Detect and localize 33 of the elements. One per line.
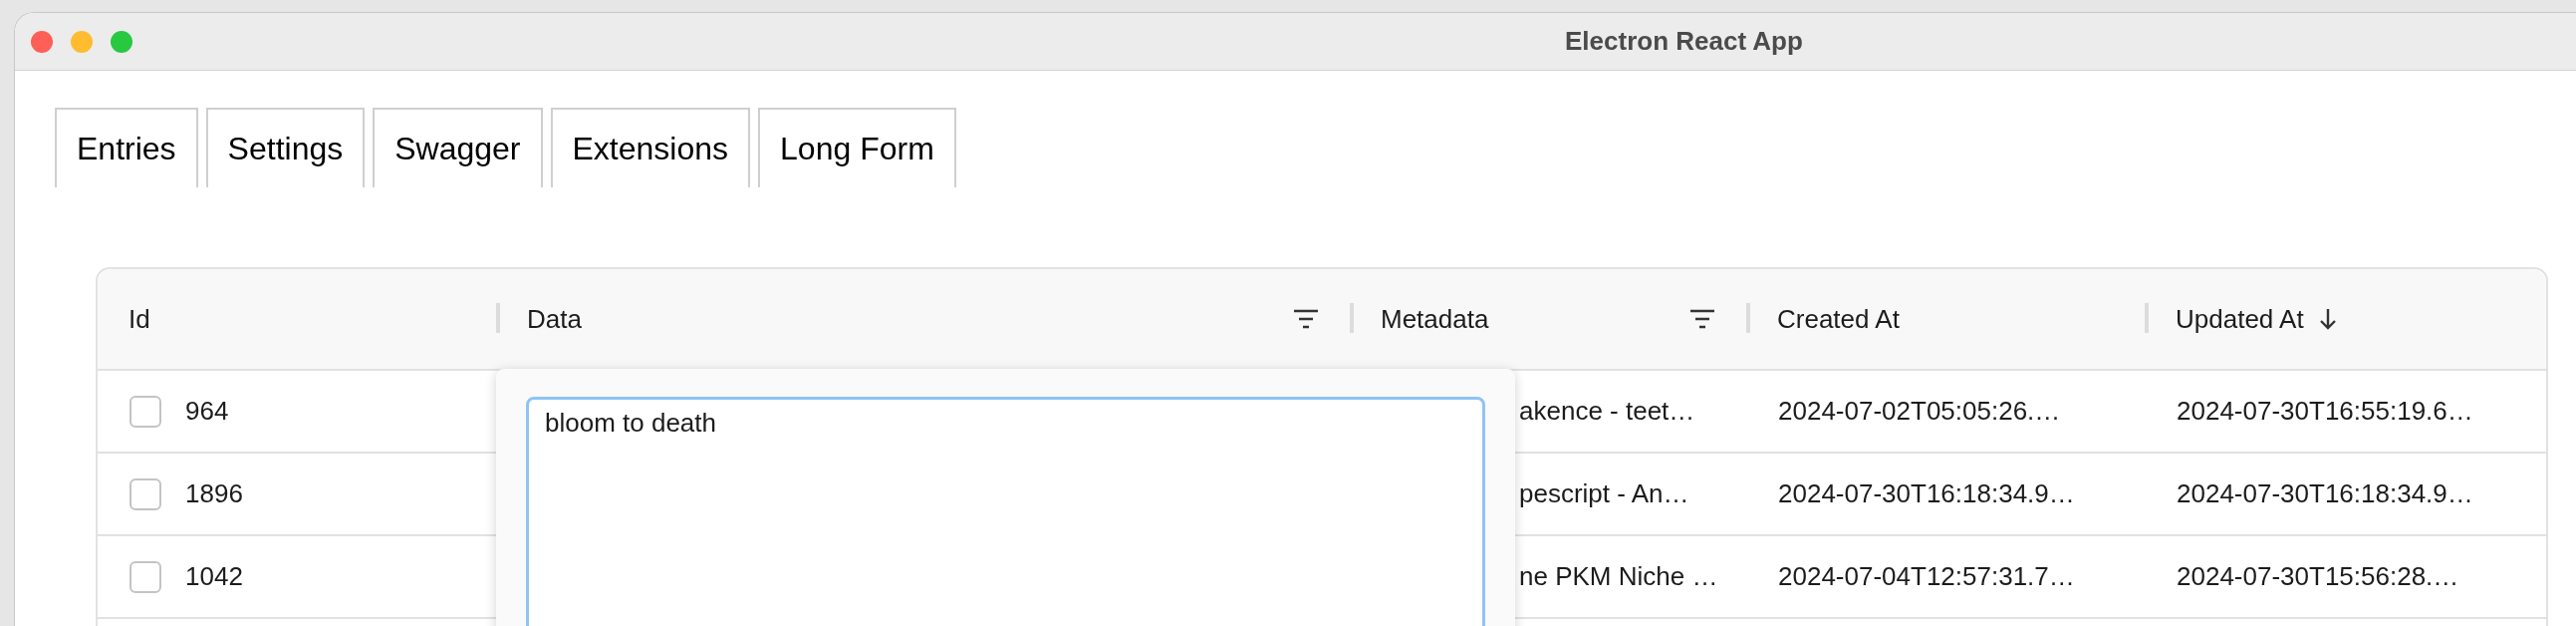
table-cell: 2024-07-02T05:05:26.… <box>1778 396 2061 427</box>
table-cell: 964 <box>185 396 229 427</box>
tab[interactable]: Swagger <box>373 108 543 187</box>
row-checkbox[interactable] <box>129 395 161 428</box>
down-arrow-icon[interactable] <box>2317 307 2338 331</box>
tab[interactable]: Entries <box>55 108 198 187</box>
table-cell: 2024-07-04T12:57:31.7… <box>1778 561 2075 592</box>
table-cell: akence - teet… <box>1519 396 1695 427</box>
column-header[interactable]: Updated At <box>2176 303 2304 335</box>
tab[interactable]: Long Form <box>758 108 956 187</box>
zoom-button[interactable] <box>111 30 132 53</box>
filter-icon[interactable] <box>1688 309 1716 329</box>
tab[interactable]: Settings <box>205 108 366 187</box>
table-cell: 2024-07-30T16:18:34.9… <box>2177 478 2473 509</box>
table-cell: 2024-07-30T15:56:28.… <box>2177 561 2459 592</box>
table-cell: 1896 <box>185 478 243 509</box>
minimize-button[interactable] <box>71 30 93 53</box>
window-title: Electron React App <box>1565 26 1803 57</box>
row-checkbox[interactable] <box>129 477 161 510</box>
column-header[interactable]: Metadata <box>1381 303 1489 335</box>
filter-icon[interactable] <box>1292 309 1320 329</box>
column-header[interactable]: Created At <box>1777 303 1900 335</box>
close-button[interactable] <box>31 30 53 53</box>
row-checkbox[interactable] <box>129 560 161 593</box>
text-area[interactable]: bloom to death <box>526 397 1485 626</box>
column-header[interactable]: Data <box>527 303 582 335</box>
column-header[interactable]: Id <box>129 303 150 335</box>
table-cell: 2024-07-30T16:18:34.9… <box>1778 478 2075 509</box>
table-cell: 2024-07-30T16:55:19.6… <box>2177 396 2473 427</box>
tab[interactable]: Extensions <box>550 108 751 187</box>
table-cell: 1042 <box>185 561 243 592</box>
table-cell: pescript - An… <box>1519 478 1689 509</box>
table-cell: ne PKM Niche … <box>1519 561 1718 592</box>
